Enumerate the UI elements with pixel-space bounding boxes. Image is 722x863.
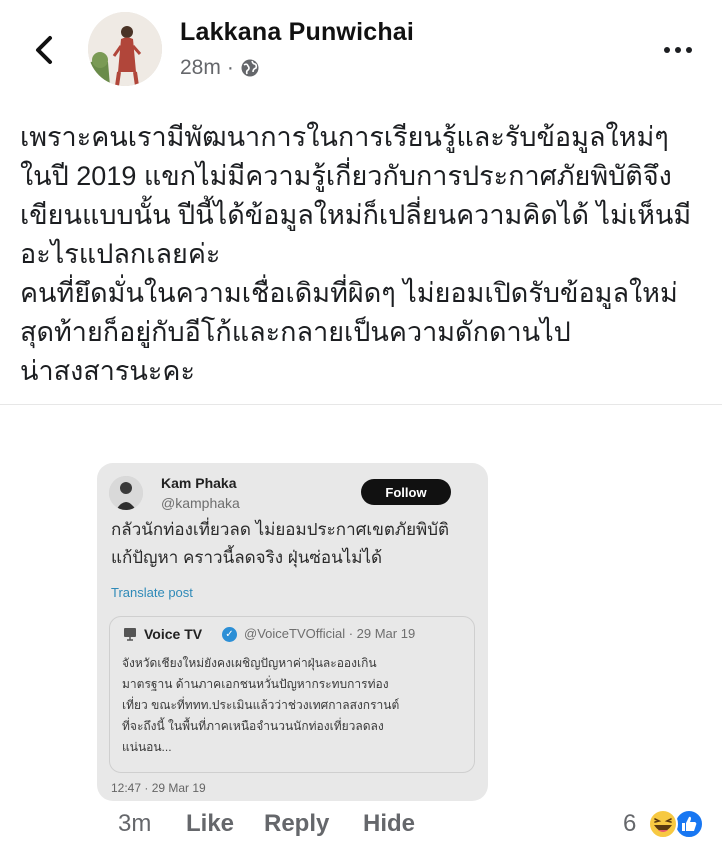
quoted-tweet: Voice TV ✓ @VoiceTVOfficial · 29 Mar 19 …	[109, 616, 475, 773]
more-options-button[interactable]	[656, 34, 700, 66]
reaction-count[interactable]: 6	[623, 810, 636, 838]
verified-badge-icon: ✓	[222, 627, 237, 642]
globe-icon	[241, 59, 259, 77]
author-avatar[interactable]	[88, 12, 162, 86]
back-button[interactable]	[22, 28, 66, 72]
tweet-avatar	[109, 476, 143, 510]
reactions-summary[interactable]	[647, 808, 705, 840]
quoted-tweet-text: จังหวัดเชียงใหม่ยังคงเผชิญปัญหาค่าฝุ่นละ…	[122, 656, 400, 754]
attached-tweet-image[interactable]: Kam Phaka @kamphaka Follow กลัวนักท่องเท…	[97, 463, 488, 801]
tweet-timestamp: 12:47 · 29 Mar 19	[111, 781, 206, 795]
tweet-text: กลัวนักท่องเที่ยวลด ไม่ยอมประกาศเขตภัยพิ…	[111, 520, 450, 567]
like-thumb-icon	[674, 809, 704, 839]
post-divider	[0, 404, 722, 405]
meta-separator: ·	[226, 56, 234, 79]
post-text: เพราะคนเรามีพัฒนาการในการเรียนรู้และรับข…	[20, 122, 692, 386]
post-meta: 28m ·	[180, 56, 260, 80]
post-timestamp[interactable]: 28m	[180, 56, 221, 80]
back-arrow-icon	[36, 36, 52, 64]
more-dots-icon	[664, 47, 692, 53]
quoted-author-name: Voice TV	[144, 626, 203, 642]
tweet-author-name: Kam Phaka	[161, 475, 237, 491]
tweet-author-handle: @kamphaka	[161, 495, 240, 511]
reply-button[interactable]: Reply	[264, 810, 329, 838]
haha-emoji-icon	[648, 809, 678, 839]
author-name[interactable]: Lakkana Punwichai	[180, 18, 414, 47]
quoted-author-meta: @VoiceTVOfficial · 29 Mar 19	[244, 626, 416, 641]
avatar-photo	[88, 12, 162, 86]
like-button[interactable]: Like	[186, 810, 234, 838]
translate-post-link: Translate post	[111, 585, 193, 600]
hide-button[interactable]: Hide	[363, 810, 415, 838]
comment-time: 3m	[118, 810, 152, 837]
voicetv-logo-icon	[124, 628, 136, 641]
follow-button: Follow	[361, 479, 451, 505]
